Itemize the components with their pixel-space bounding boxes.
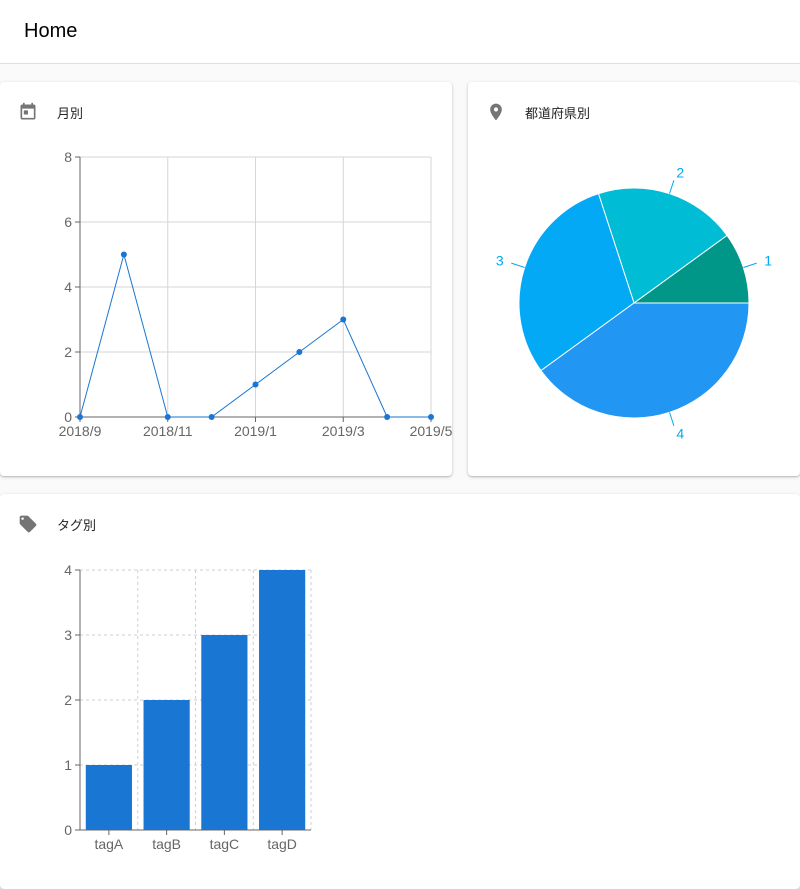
y-tick-label: 0 xyxy=(64,822,72,838)
data-point xyxy=(77,414,83,420)
pie-label: 4 xyxy=(676,425,684,441)
x-tick-label: tagA xyxy=(94,836,123,852)
app-bar: Home xyxy=(0,0,800,64)
pie-label-leader xyxy=(511,262,525,268)
y-tick-label: 8 xyxy=(64,149,72,165)
x-tick-label: 2019/1 xyxy=(234,423,277,439)
bar xyxy=(201,635,248,830)
tag-bar-chart: 0 1 2 3 4 tagA tagB tagC tagD xyxy=(64,562,312,852)
pie-label: 1 xyxy=(764,253,772,269)
prefecture-pie-chart: 1 2 3 4 xyxy=(496,165,772,442)
pie-label: 3 xyxy=(496,253,504,269)
pie-label-leader xyxy=(669,412,675,426)
y-tick-label: 4 xyxy=(64,279,72,295)
data-point xyxy=(252,381,259,388)
tag-card: タグ別 0 1 2 3 4 tagA tagB tagC tagD xyxy=(0,494,800,889)
y-tick-label: 4 xyxy=(64,562,72,578)
y-tick-label: 3 xyxy=(64,627,72,643)
x-tick-label: tagB xyxy=(152,836,181,852)
pie-label-leader xyxy=(669,180,675,194)
prefecture-card: 都道府県別 1234 xyxy=(468,82,800,476)
data-point xyxy=(384,414,391,420)
x-tick-label: 2019/5 xyxy=(410,423,452,439)
x-tick-label: 2018/9 xyxy=(59,423,102,439)
monthly-line-chart: 024682018/9 2018/11 2019/1 2019/3 2019/5 xyxy=(59,149,452,439)
bar xyxy=(259,570,306,830)
pie-label: 2 xyxy=(676,165,684,181)
data-point xyxy=(164,414,171,420)
data-point xyxy=(120,251,127,258)
data-point xyxy=(296,349,303,355)
bar xyxy=(85,765,132,830)
y-tick-label: 2 xyxy=(64,692,72,708)
x-tick-label: tagC xyxy=(210,836,240,852)
pie-label-leader xyxy=(743,262,757,268)
x-tick-label: tagD xyxy=(267,836,297,852)
x-tick-label: 2018/11 xyxy=(143,423,193,439)
y-tick-label: 1 xyxy=(64,757,72,773)
y-tick-label: 6 xyxy=(64,214,72,230)
data-point xyxy=(428,414,434,420)
data-point xyxy=(340,316,347,323)
bar xyxy=(143,700,190,830)
data-point xyxy=(208,414,215,420)
x-tick-label: 2019/3 xyxy=(322,423,365,439)
y-tick-label: 2 xyxy=(64,344,72,360)
page-title: Home xyxy=(24,20,78,42)
monthly-card: 月別 0 2 4 6 8 2018/9 2018/11 2019/1 2019/3 2019/5 xyxy=(0,82,452,476)
